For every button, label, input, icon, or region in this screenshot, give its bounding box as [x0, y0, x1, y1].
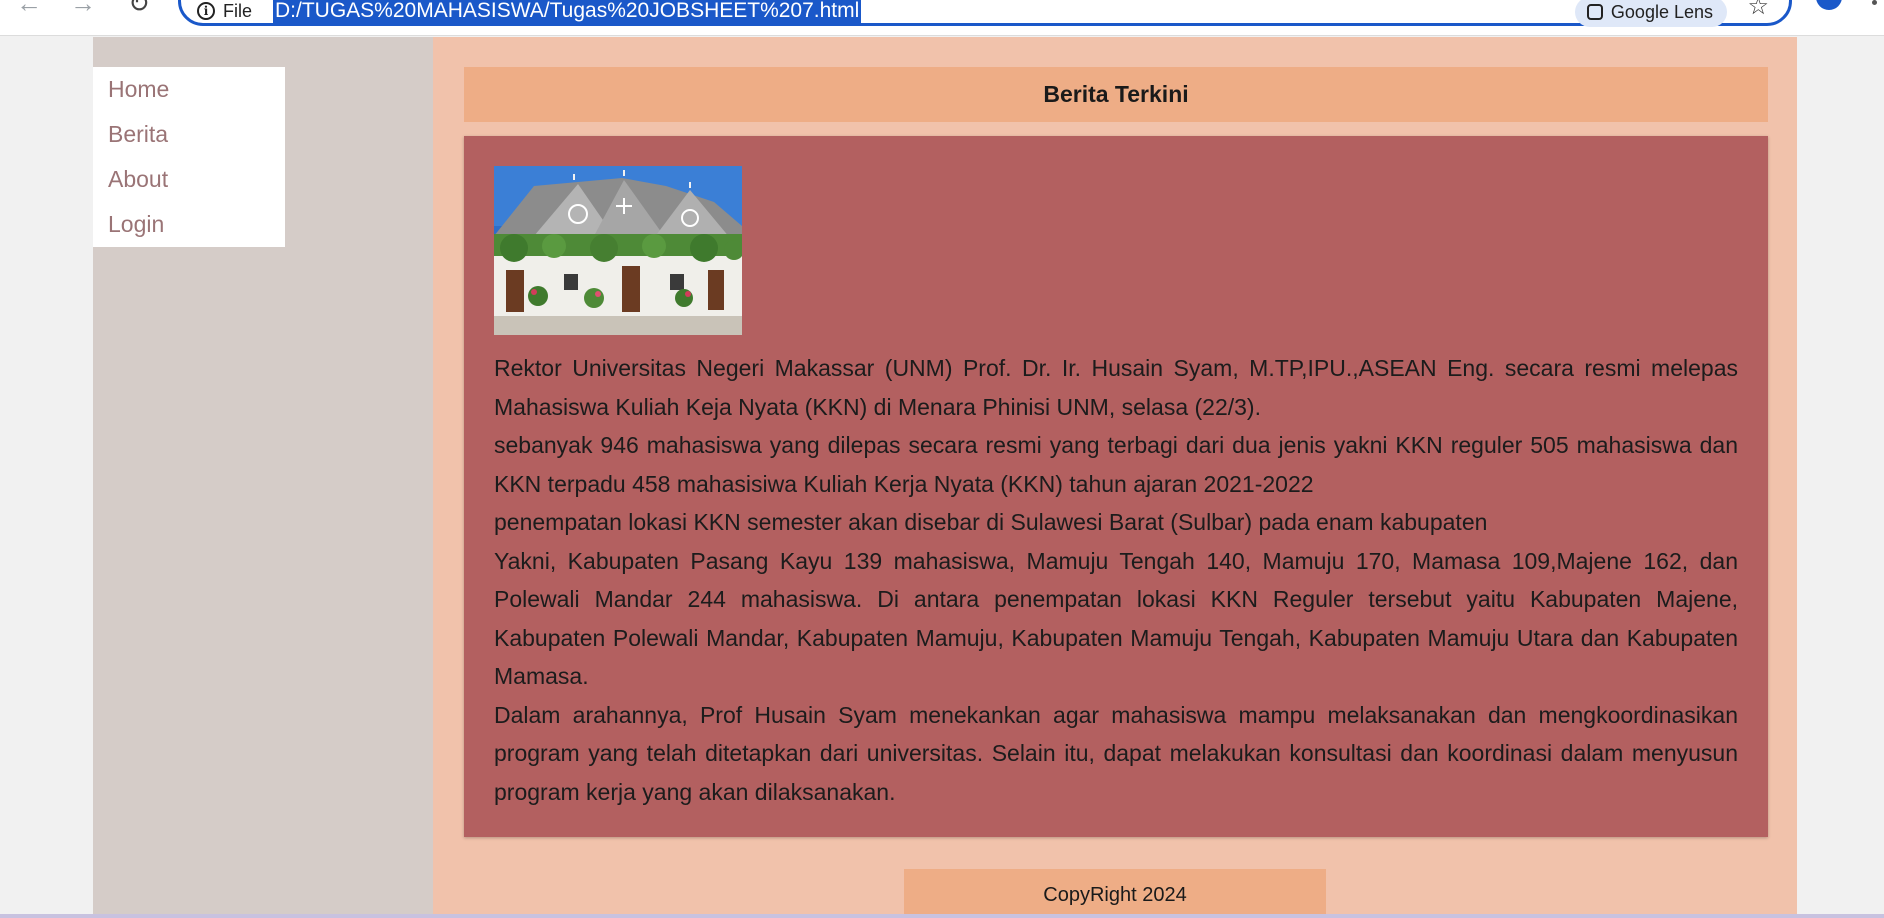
article-paragraph-3: penempatan lokasi KKN semester akan dise…	[494, 509, 1488, 535]
lens-icon	[1586, 4, 1603, 20]
nav-item-login[interactable]: Login	[93, 202, 285, 247]
page-title: Berita Terkini	[464, 67, 1768, 122]
nav-item-berita[interactable]: Berita	[93, 112, 285, 157]
web-page: Home Berita About Login Berita Terkini R…	[93, 37, 1797, 918]
google-lens-button[interactable]: Google Lens	[1574, 0, 1727, 27]
article-paragraph-2: sebanyak 946 mahasiswa yang dilepas seca…	[494, 432, 1738, 497]
info-icon: i	[197, 2, 215, 20]
footer-copyright: CopyRight 2024	[904, 869, 1326, 918]
back-arrow-icon[interactable]: ←	[14, 0, 44, 18]
site-info-label: File	[223, 1, 253, 21]
forward-arrow-icon[interactable]: →	[68, 0, 98, 18]
google-lens-label: Google Lens	[1610, 1, 1713, 22]
browser-menu-icon[interactable]	[1872, 0, 1877, 5]
main-content: Berita Terkini Rektor Universitas Negeri…	[433, 37, 1797, 918]
profile-avatar-icon[interactable]	[1816, 0, 1842, 10]
nav-item-about[interactable]: About	[93, 157, 285, 202]
window-bottom-edge	[0, 914, 1884, 918]
nav-item-home[interactable]: Home	[93, 67, 285, 112]
nav-menu: Home Berita About Login	[93, 67, 285, 247]
address-bar[interactable]: i File D:/TUGAS%20MAHASISWA/Tugas%20JOBS…	[178, 0, 1792, 27]
reload-icon[interactable]: ↻	[124, 0, 154, 18]
article-paragraph-5: Dalam arahannya, Prof Husain Syam meneka…	[494, 701, 1738, 805]
news-image	[494, 166, 742, 335]
site-info-button[interactable]: i File	[197, 1, 252, 21]
article-paragraph-1: Rektor Universitas Negeri Makassar (UNM)…	[494, 355, 1738, 420]
url-text[interactable]: D:/TUGAS%20MAHASISWA/Tugas%20JOBSHEET%20…	[273, 0, 862, 23]
sidebar: Home Berita About Login	[93, 37, 433, 915]
bookmark-star-icon[interactable]: ☆	[1747, 0, 1769, 19]
news-article: Rektor Universitas Negeri Makassar (UNM)…	[464, 136, 1768, 837]
browser-toolbar: ← → ↻ i File D:/TUGAS%20MAHASISWA/Tugas%…	[0, 0, 1884, 36]
article-paragraph-4: Yakni, Kabupaten Pasang Kayu 139 mahasis…	[494, 547, 1738, 690]
